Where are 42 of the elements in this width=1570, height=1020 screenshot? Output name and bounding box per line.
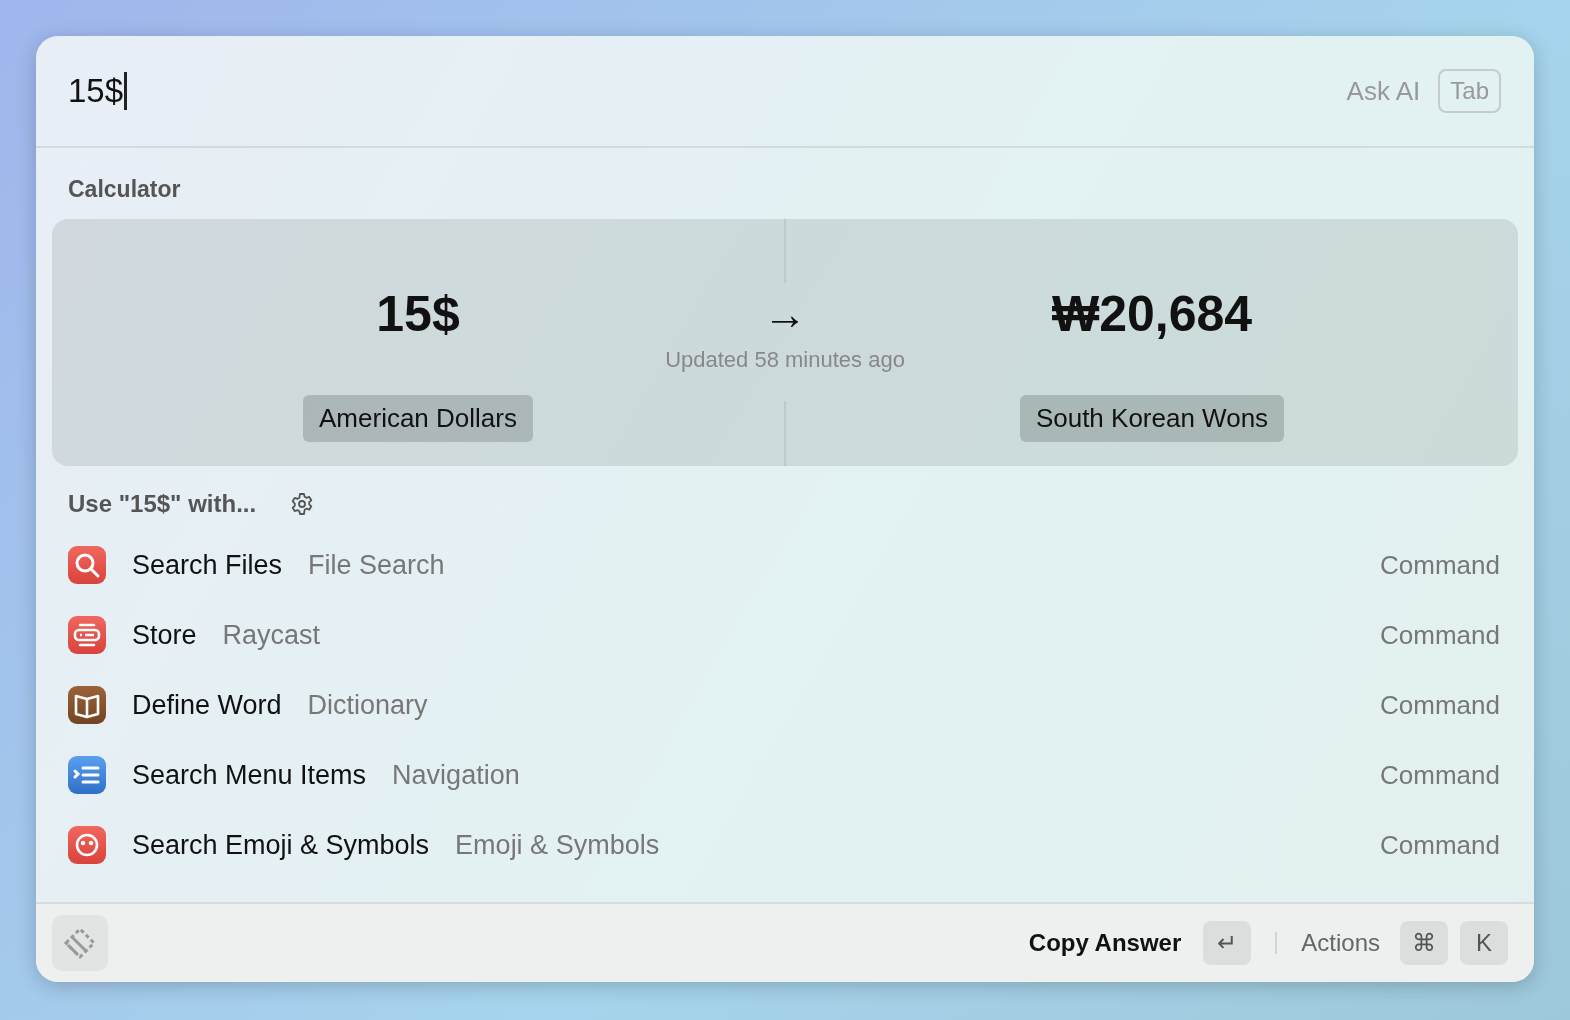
arrow-icon: → [763,289,807,339]
result-subtitle: Navigation [392,759,521,791]
store-icon [68,616,106,654]
result-type: Command [1380,549,1500,581]
result-type: Command [1380,619,1500,651]
section-title: Use "15$" with... [68,490,257,518]
actions-button[interactable]: Actions [1301,929,1380,957]
result-title: Search Emoji & Symbols [132,829,430,861]
settings-icon[interactable] [290,492,315,516]
search-field[interactable]: 15$ [68,72,1347,110]
result-item[interactable]: Store Raycast Command [36,600,1534,670]
result-title: Search Files [132,549,283,581]
result-item[interactable]: Define Word Dictionary Command [36,670,1534,740]
book-icon [68,686,106,724]
unit-badge: American Dollars [303,395,533,442]
result-item[interactable]: Search Menu Items Navigation Command [36,740,1534,810]
updated-text: Updated 58 minutes ago [665,347,905,373]
result-item[interactable]: Search Emoji & Symbols Emoji & Symbols Command [36,810,1534,880]
result-subtitle: Emoji & Symbols [455,829,661,861]
result-subtitle: Dictionary [307,689,429,721]
result-subtitle: File Search [308,549,446,581]
calculator-card[interactable]: 15$ American Dollars → Updated 58 minutes ago ₩20,684 South Korean Wons [52,219,1518,466]
smiley-icon [68,826,106,864]
result-subtitle: Raycast [222,619,322,651]
shortcut-key: K [1460,921,1508,965]
copy-answer-button[interactable]: Copy Answer [1028,929,1182,957]
search-icon [68,546,106,584]
shortcut-key: ⌘ [1400,921,1448,965]
list-icon [68,756,106,794]
tab-key: Tab [1438,69,1501,113]
result-title: Store [132,619,197,651]
return-key: ↵ [1203,921,1252,965]
result-type: Command [1380,759,1500,791]
input-value: 15$ [376,285,460,343]
result-type: Command [1380,689,1500,721]
unit-badge: South Korean Wons [1019,395,1285,442]
result-title: Search Menu Items [132,759,367,791]
result-type: Command [1380,829,1500,861]
result-item[interactable]: Search Files File Search Command [36,530,1534,600]
section-title: Calculator [67,175,182,204]
result-value: ₩20,684 [1051,285,1253,343]
result-title: Define Word [132,689,282,721]
